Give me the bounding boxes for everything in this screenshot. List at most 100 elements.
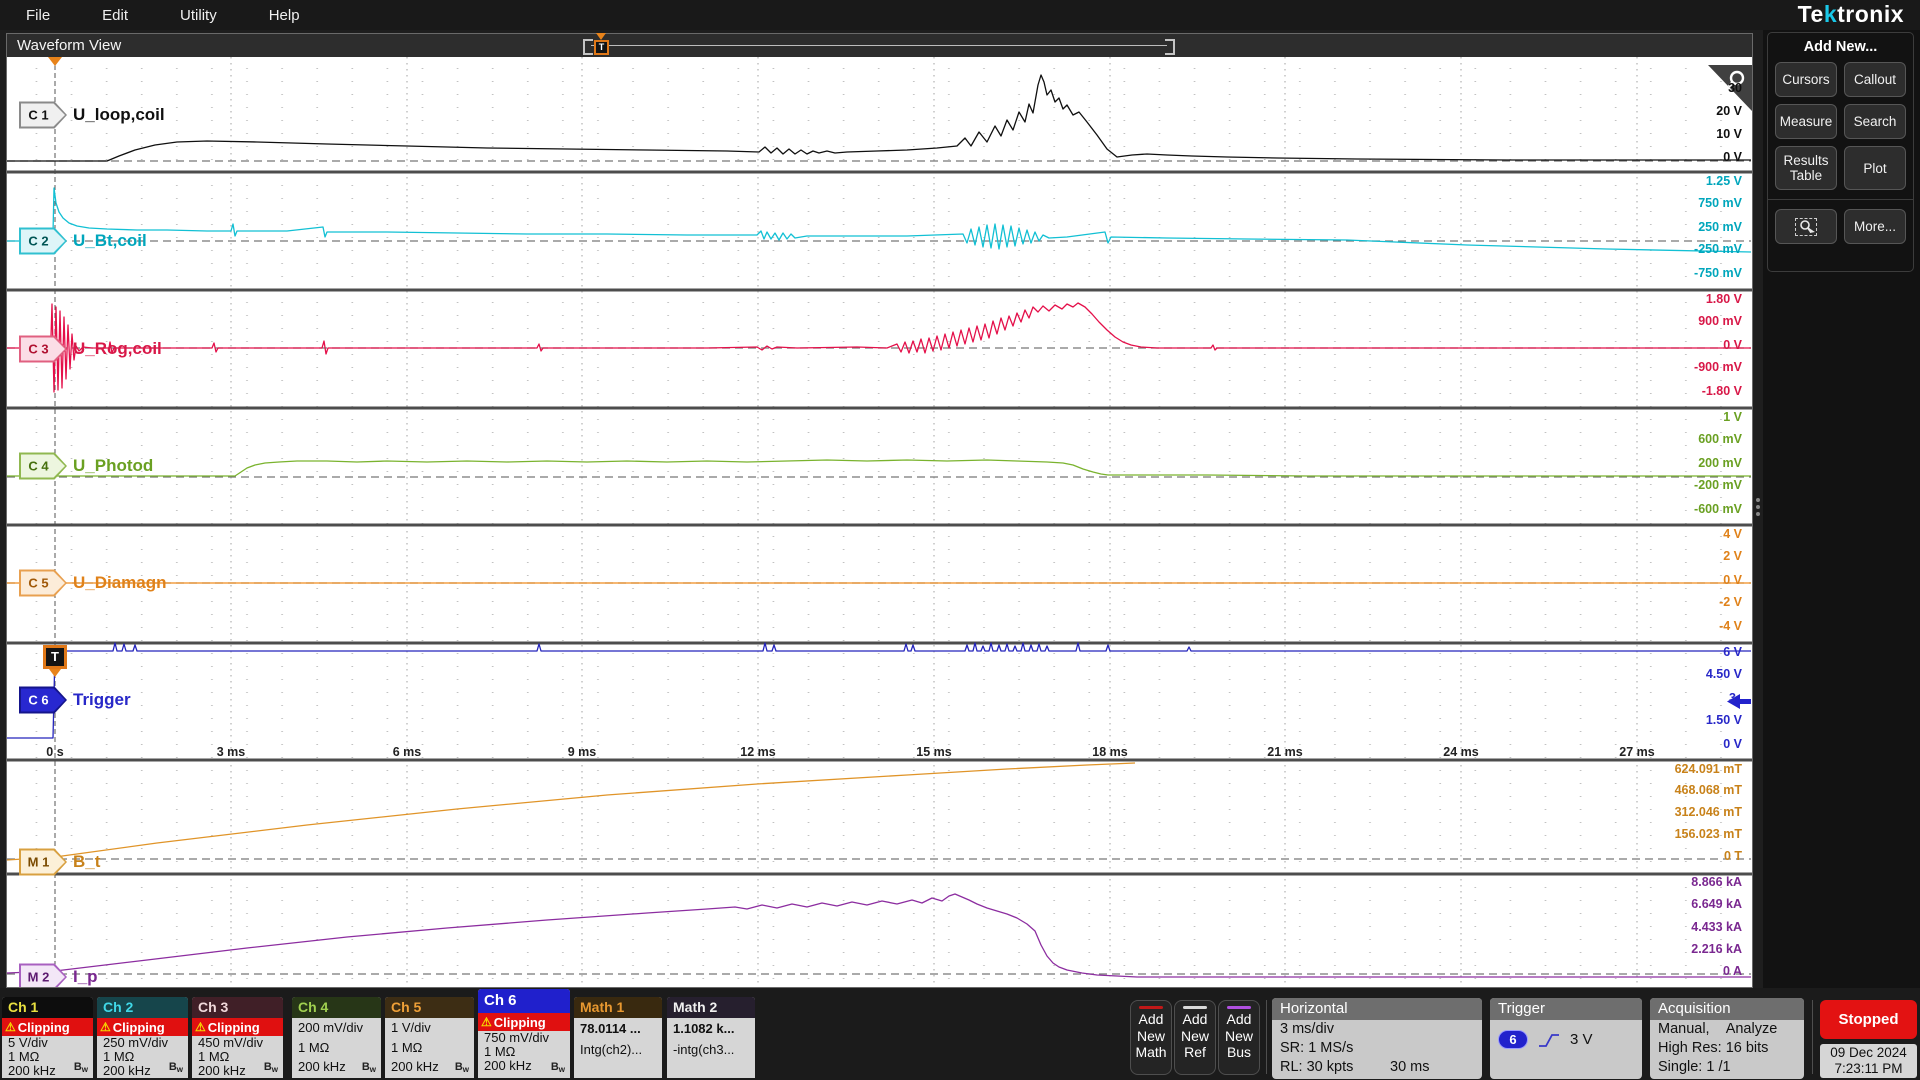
bus-color-bar: [1227, 1006, 1251, 1009]
add-new-bus-button[interactable]: Add New Bus: [1218, 1000, 1260, 1075]
scale-label: 0 V: [1723, 573, 1742, 587]
time-axis-label: 12 ms: [740, 745, 775, 759]
scale-label: 468.068 mT: [1675, 783, 1742, 797]
channel-badge-m1[interactable]: M 1: [19, 849, 67, 876]
results-table-button[interactable]: Results Table: [1775, 146, 1837, 190]
time-axis-label: 6 ms: [393, 745, 422, 759]
waveform-view-titlebar[interactable]: Waveform View T: [7, 34, 1752, 57]
badge-row: 750 mV/div: [478, 1031, 570, 1045]
channel-badge-c1[interactable]: C 1: [19, 102, 67, 129]
bottom-badge-ch-6[interactable]: Ch 6⚠Clipping750 mV/div1 MΩ200 kHzBw: [478, 989, 570, 1078]
scale-label: 312.046 mT: [1675, 805, 1742, 819]
channel-label-c2[interactable]: U_Bt,coil: [73, 231, 147, 251]
ruler-left-bracket-icon: [583, 39, 593, 55]
bottom-badge-ch-3[interactable]: Ch 3⚠Clipping450 mV/div1 MΩ200 kHzBw: [192, 997, 283, 1078]
scale-label: -250 mV: [1694, 242, 1742, 256]
datetime-display: 09 Dec 2024 7:23:11 PM: [1820, 1044, 1917, 1078]
time-axis-label: 9 ms: [568, 745, 597, 759]
plot-button[interactable]: Plot: [1844, 146, 1906, 190]
trigger-panel-title: Trigger: [1490, 998, 1642, 1020]
time-label: 7:23:11 PM: [1820, 1061, 1917, 1077]
horizontal-position-ruler[interactable]: T: [583, 36, 1175, 55]
channel-badge-m2[interactable]: M 2: [19, 964, 67, 988]
channel-badge-c5[interactable]: C 5: [19, 570, 67, 597]
waveform-view-title: Waveform View: [17, 37, 121, 54]
ruler-trigger-marker-icon[interactable]: T: [594, 40, 609, 55]
more-button[interactable]: More...: [1844, 209, 1906, 244]
time-axis-label: 18 ms: [1092, 745, 1127, 759]
time-axis-label: 21 ms: [1267, 745, 1302, 759]
trace-C1: [7, 75, 1751, 161]
ref-color-bar: [1183, 1006, 1207, 1009]
badge-row: 1 MΩ: [478, 1045, 570, 1059]
record-length: RL: 30 kpts: [1272, 1058, 1482, 1077]
warning-icon: ⚠: [195, 1021, 206, 1033]
scale-label: 6 V: [1723, 645, 1742, 659]
badge-row: 250 mV/div: [97, 1036, 188, 1050]
warning-icon: ⚠: [5, 1021, 16, 1033]
menu-help[interactable]: Help: [243, 7, 326, 24]
trigger-flag-caret-icon: [49, 669, 61, 683]
trigger-flag-icon[interactable]: T: [43, 645, 67, 669]
scale-label: 4.433 kA: [1691, 920, 1742, 934]
channel-label-c5[interactable]: U_Diamagn: [73, 573, 167, 593]
bottom-badge-ch-1[interactable]: Ch 1⚠Clipping5 V/div1 MΩ200 kHzBw: [2, 997, 93, 1078]
badge-rows: 78.0114 ...Intg(ch2)...: [574, 1018, 662, 1060]
scale-label: 4.50 V: [1706, 667, 1742, 681]
channel-label-m1[interactable]: B_t: [73, 852, 100, 872]
zoom-select-button[interactable]: [1775, 209, 1837, 244]
splitter-grip-icon[interactable]: [1756, 498, 1760, 502]
channel-label-c1[interactable]: U_loop,coil: [73, 105, 165, 125]
trace-C2: [7, 188, 1751, 252]
bandwidth-badge: Bw: [264, 1061, 278, 1074]
bottom-badge-ch-2[interactable]: Ch 2⚠Clipping250 mV/div1 MΩ200 kHzBw: [97, 997, 188, 1078]
scale-label: -900 mV: [1694, 360, 1742, 374]
menu-utility[interactable]: Utility: [154, 7, 243, 24]
measure-button[interactable]: Measure: [1775, 104, 1837, 139]
add-new-panel: Add New... Cursors Callout Measure Searc…: [1767, 32, 1914, 272]
bottom-badge-ch-5[interactable]: Ch 51 V/div1 MΩ200 kHzBw: [385, 997, 474, 1078]
search-button[interactable]: Search: [1844, 104, 1906, 139]
scale-label: 1.50 V: [1706, 713, 1742, 727]
badge-rows: 1.1082 k...-intg(ch3...: [667, 1018, 755, 1060]
menu-file[interactable]: File: [0, 7, 76, 24]
menu-edit[interactable]: Edit: [76, 7, 154, 24]
acquisition-panel[interactable]: Acquisition Manual, Analyze High Res: 16…: [1650, 998, 1804, 1079]
badge-name: Math 2: [667, 997, 755, 1018]
run-stop-status-button[interactable]: Stopped: [1820, 1000, 1917, 1039]
trigger-source-badge: 6: [1498, 1030, 1528, 1049]
channel-label-c4[interactable]: U_Photod: [73, 456, 153, 476]
channel-badge-c2[interactable]: C 2: [19, 228, 67, 255]
add-new-label: Add New...: [1768, 39, 1913, 55]
channel-label-m2[interactable]: I_p: [73, 967, 98, 987]
badge-row: 1 MΩ: [385, 1038, 474, 1058]
scale-label: 6.649 kA: [1691, 897, 1742, 911]
badge-name: Ch 3: [192, 997, 283, 1018]
bandwidth-badge: Bw: [551, 1061, 565, 1074]
trace-C6: [7, 643, 1751, 738]
trigger-panel[interactable]: Trigger 6 3 V: [1490, 998, 1642, 1079]
add-new-ref-button[interactable]: Add New Ref: [1174, 1000, 1216, 1075]
scale-label: 8.866 kA: [1691, 875, 1742, 889]
channel-label-c6[interactable]: Trigger: [73, 690, 131, 710]
add-new-math-button[interactable]: Add New Math: [1130, 1000, 1172, 1075]
channel-label-c3[interactable]: U_Rog,coil: [73, 339, 162, 359]
trace-M1: [7, 763, 1135, 860]
badge-name: Ch 2: [97, 997, 188, 1018]
scale-label: 0 A: [1723, 964, 1742, 978]
channel-badge-c4[interactable]: C 4: [19, 453, 67, 480]
callout-button[interactable]: Callout: [1844, 62, 1906, 97]
channel-badge-c3[interactable]: C 3: [19, 336, 67, 363]
scale-label: -200 mV: [1694, 478, 1742, 492]
channel-badge-c6[interactable]: C 6: [19, 687, 67, 714]
cursors-button[interactable]: Cursors: [1775, 62, 1837, 97]
horizontal-panel[interactable]: Horizontal 3 ms/div SR: 1 MS/s RL: 30 kp…: [1272, 998, 1482, 1079]
trace-M2: [7, 894, 1751, 977]
clipping-label: Clipping: [208, 1020, 260, 1035]
bottom-badge-math-1[interactable]: Math 178.0114 ...Intg(ch2)...: [574, 997, 662, 1078]
bottom-badge-math-2[interactable]: Math 21.1082 k...-intg(ch3...: [667, 997, 755, 1078]
time-axis-label: 24 ms: [1443, 745, 1478, 759]
trigger-position-caret-icon[interactable]: [48, 57, 62, 73]
waveform-grid[interactable]: T C 1U_loop,coil3020 V10 V0 VC 2U_Bt,coi…: [7, 57, 1752, 987]
bottom-badge-ch-4[interactable]: Ch 4200 mV/div1 MΩ200 kHzBw: [292, 997, 381, 1078]
